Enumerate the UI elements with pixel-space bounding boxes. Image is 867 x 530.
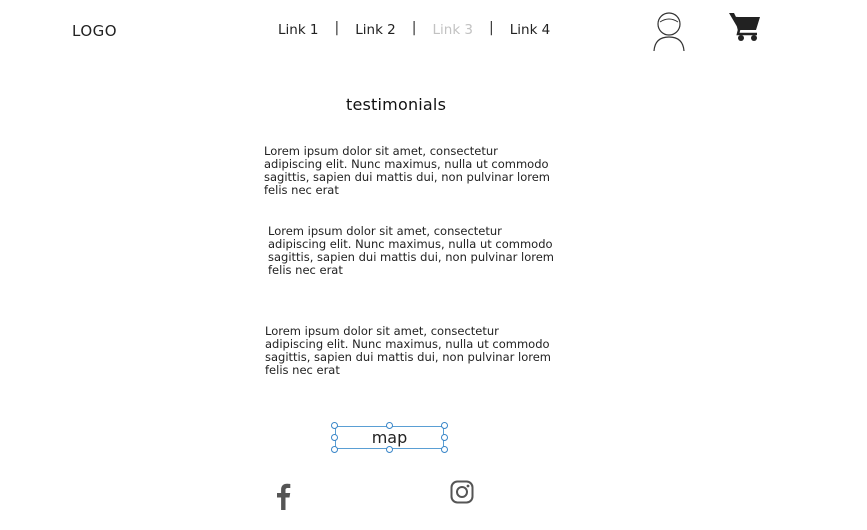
shopping-cart-icon[interactable] (728, 10, 762, 42)
resize-handle[interactable] (441, 446, 448, 453)
page-title: testimonials (346, 95, 447, 114)
facebook-icon[interactable] (274, 482, 292, 510)
testimonial-text: Lorem ipsum dolor sit amet, consectetur … (268, 224, 555, 277)
nav-link-4[interactable]: Link 4 (508, 22, 553, 38)
resize-handle[interactable] (441, 422, 448, 429)
nav-separator: | (334, 20, 340, 36)
logo[interactable]: LOGO (72, 22, 117, 40)
user-avatar-icon[interactable] (652, 11, 686, 53)
map-label[interactable]: map (331, 428, 448, 447)
resize-handle[interactable] (331, 422, 338, 429)
nav-link-3[interactable]: Link 3 (431, 22, 476, 38)
testimonial-text: Lorem ipsum dolor sit amet, consectetur … (265, 324, 552, 377)
nav-link-2[interactable]: Link 2 (353, 22, 398, 38)
resize-handle[interactable] (441, 434, 448, 441)
nav-separator: | (489, 20, 494, 36)
testimonial-text: Lorem ipsum dolor sit amet, consectetur … (264, 144, 551, 197)
resize-handle[interactable] (331, 446, 338, 453)
resize-handle[interactable] (331, 434, 338, 441)
nav-link-1[interactable]: Link 1 (276, 22, 321, 38)
main-nav: Link 1 | Link 2 | Link 3 | Link 4 (276, 20, 553, 38)
nav-separator: | (411, 20, 417, 36)
resize-handle[interactable] (386, 446, 393, 453)
map-element[interactable]: map (331, 422, 448, 453)
instagram-icon[interactable] (450, 480, 474, 504)
resize-handle[interactable] (386, 422, 393, 429)
